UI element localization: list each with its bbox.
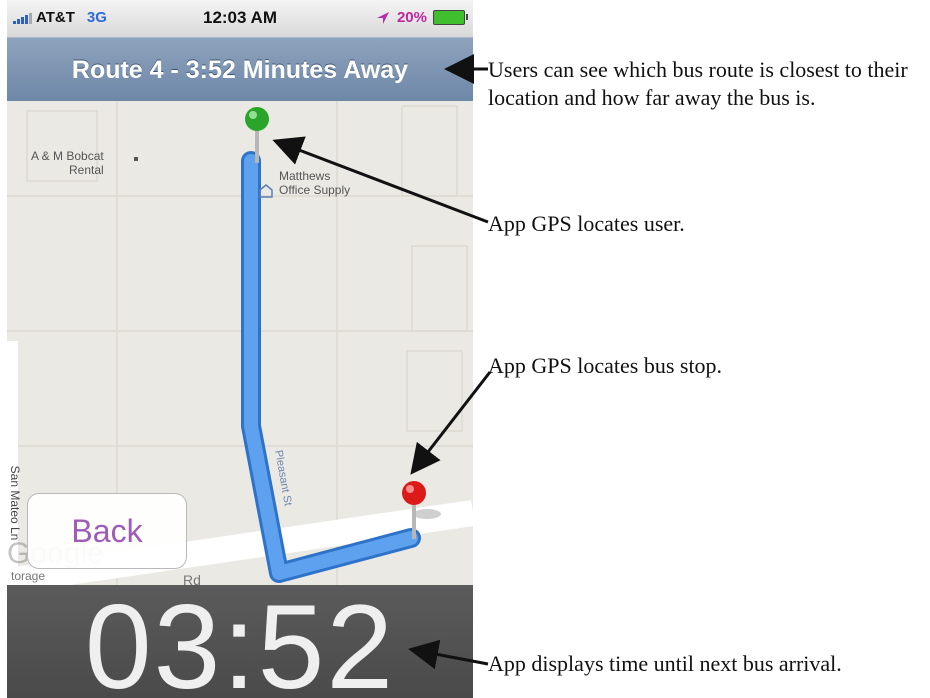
annotation-user-gps: App GPS locates user.: [488, 211, 685, 236]
annotation-time-display: App displays time until next bus arrival…: [488, 651, 842, 676]
arrow-time-display: [408, 639, 489, 670]
annotation-route-info: Users can see which bus route is closest…: [488, 57, 908, 110]
arrow-stop-gps: [410, 371, 492, 475]
annotation-stop-gps: App GPS locates bus stop.: [488, 353, 723, 378]
arrow-user-gps: [272, 136, 489, 224]
